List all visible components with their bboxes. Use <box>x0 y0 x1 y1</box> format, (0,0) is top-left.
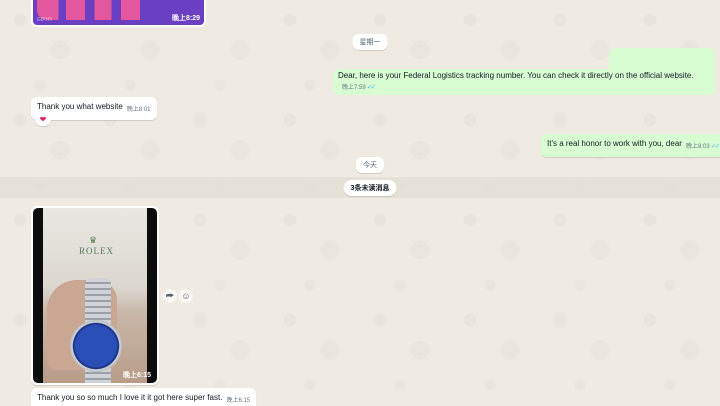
link-preview-area <box>609 48 715 69</box>
date-divider: 今天 <box>356 157 384 173</box>
incoming-message[interactable]: Thank you so so much I love it it got he… <box>31 388 257 406</box>
watch-brand-text: ROLEX <box>79 246 114 256</box>
gif-artwork <box>37 0 157 20</box>
message-text: Thank you what website <box>37 102 123 111</box>
video-thumbnail[interactable]: ♛ ROLEX 晚上6:15 <box>33 208 157 383</box>
read-receipt-icon: ✓✓ <box>710 143 720 150</box>
emoji-reaction-icon[interactable]: ☺ <box>179 289 193 303</box>
message-time: 晚上7:59 <box>342 85 366 91</box>
gif-message[interactable]: GIPHY 晚上8:29 <box>31 0 206 27</box>
message-time: 晚上8:03 <box>685 144 710 150</box>
message-text: Dear, here is your Federal Logistics tra… <box>338 71 694 80</box>
message-time: 晚上6:15 <box>122 372 151 379</box>
message-text: It's a real honor to work with you, dear <box>547 139 682 148</box>
outgoing-message[interactable]: Dear, here is your Federal Logistics tra… <box>333 48 715 95</box>
video-message[interactable]: ♛ ROLEX 晚上6:15 <box>31 206 159 385</box>
unread-count-badge: 3条未读消息 <box>343 180 397 196</box>
crown-icon: ♛ <box>89 235 98 245</box>
message-time: 晚上8:01 <box>126 107 151 113</box>
read-receipt-icon: ✓✓ <box>366 84 377 91</box>
gif-watermark: GIPHY <box>37 17 53 23</box>
message-time: 晚上8:29 <box>171 15 200 22</box>
outgoing-message[interactable]: It's a real honor to work with you, dear… <box>541 134 720 157</box>
heart-reaction-icon[interactable]: ❤ <box>35 113 51 126</box>
forward-icon[interactable]: ⮫ <box>163 289 177 303</box>
message-text: Thank you so so much I love it it got he… <box>37 393 223 402</box>
message-time: 晚上6:15 <box>226 398 251 404</box>
watch-dial <box>70 320 122 372</box>
